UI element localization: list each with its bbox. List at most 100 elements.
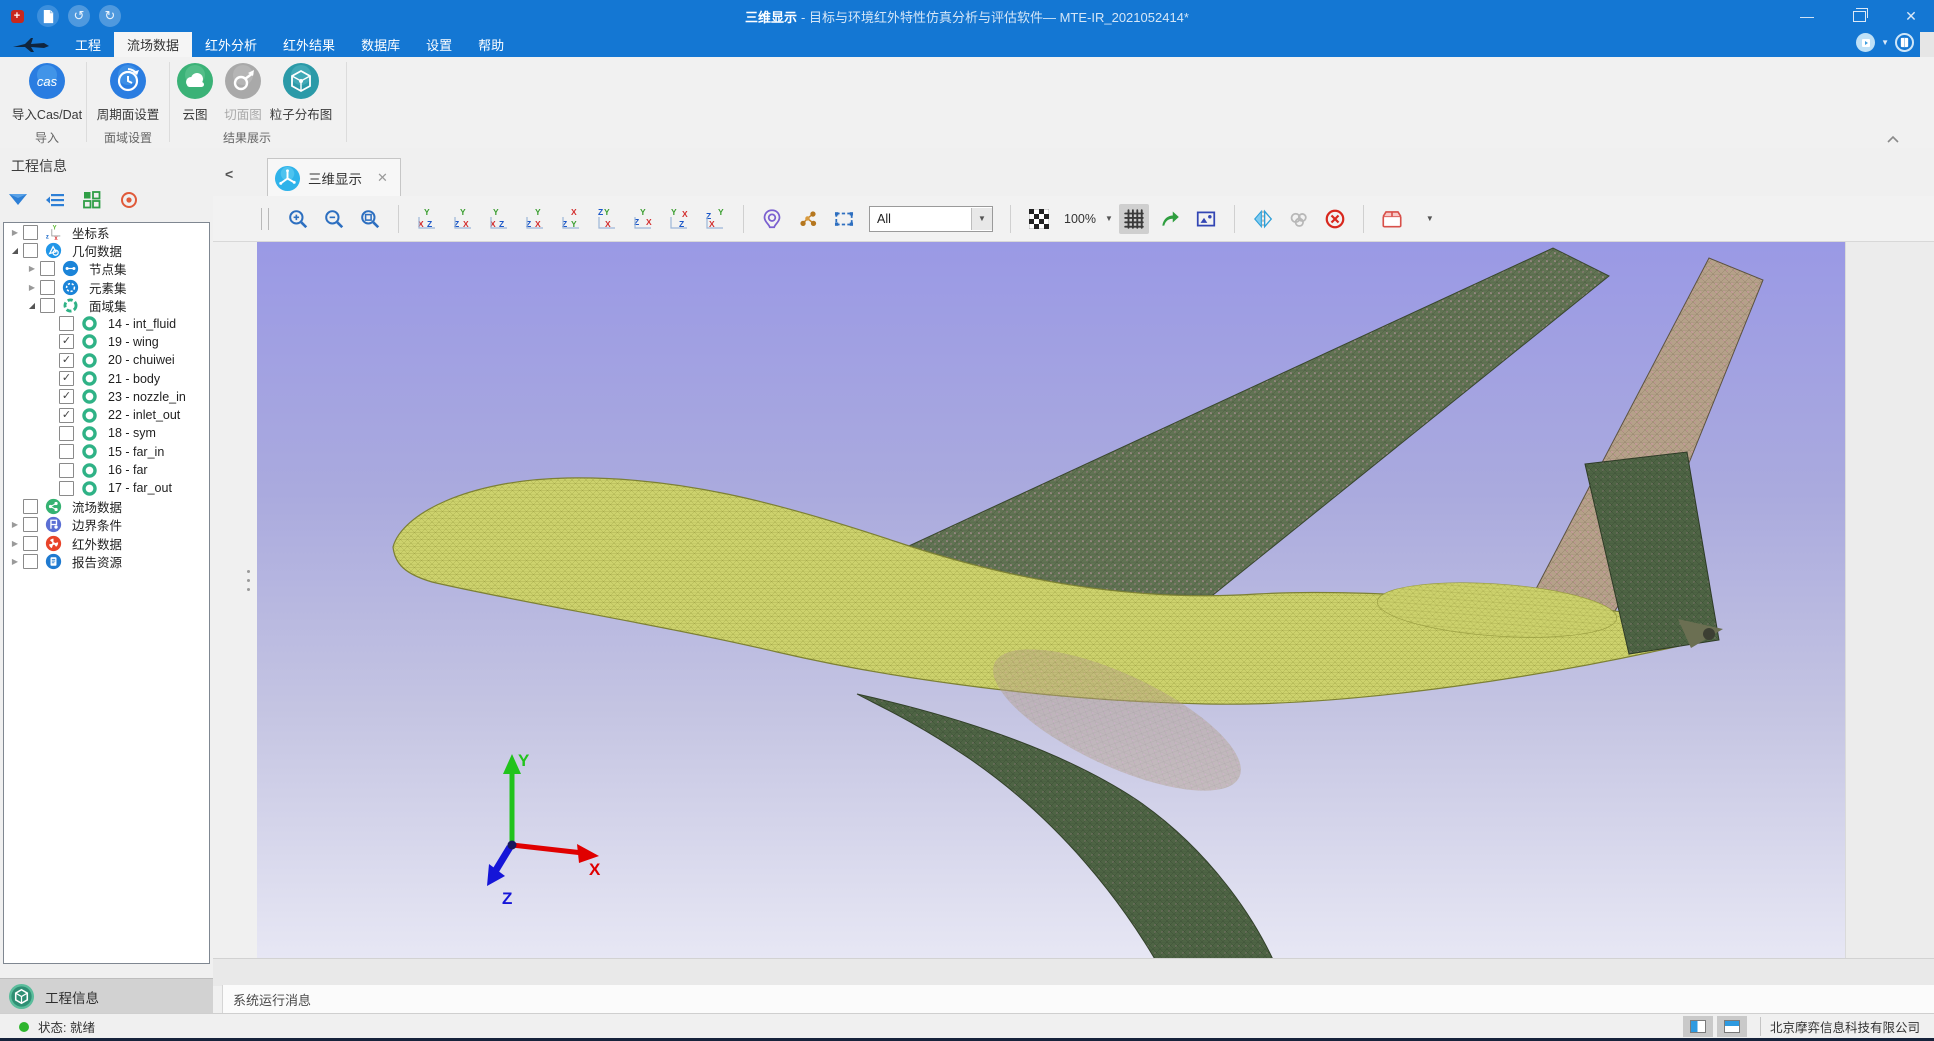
tree-row[interactable]: ▶红外数据 — [4, 534, 209, 552]
mesh-grid-toggle[interactable] — [1119, 204, 1149, 234]
tree-checkbox[interactable] — [59, 444, 74, 459]
tree-row[interactable]: ✓21 - body — [4, 369, 209, 387]
opacity-value[interactable]: 100% — [1064, 212, 1096, 226]
filter-tool-button[interactable] — [6, 188, 30, 212]
save-view-button[interactable] — [1377, 204, 1407, 234]
tree-row[interactable]: ▶元素集 — [4, 278, 209, 296]
tree-row[interactable]: ▶Yzx坐标系 — [4, 223, 209, 241]
tree-checkbox-checked[interactable]: ✓ — [59, 334, 74, 349]
tree-checkbox-checked[interactable]: ✓ — [59, 371, 74, 386]
expand-collapsed-icon[interactable]: ▶ — [8, 557, 22, 566]
tab-close-icon[interactable]: ✕ — [377, 170, 388, 186]
tree-checkbox[interactable] — [59, 463, 74, 478]
tree-checkbox[interactable] — [59, 481, 74, 496]
tree-row[interactable]: ▶边界条件 — [4, 516, 209, 534]
ribbon-collapse-icon[interactable] — [1886, 131, 1900, 149]
run-tool-button[interactable] — [1856, 33, 1875, 52]
locate-tool-button[interactable] — [117, 188, 141, 212]
restore-button[interactable] — [1846, 4, 1872, 28]
quick-access-app[interactable]: + — [6, 5, 28, 27]
tree-checkbox[interactable] — [23, 536, 38, 551]
tree-checkbox[interactable] — [23, 517, 38, 532]
molecule-display-button[interactable] — [793, 204, 823, 234]
display-filter-combo[interactable]: All▼ — [869, 206, 993, 232]
ribbon-button-cas[interactable]: cas导入Cas/Dat — [4, 61, 90, 123]
tree-row[interactable]: 18 - sym — [4, 424, 209, 442]
tree-row[interactable]: ✓20 - chuiwei — [4, 351, 209, 369]
tree-row[interactable]: 16 - far — [4, 461, 209, 479]
tree-row[interactable]: ▶报告资源 — [4, 552, 209, 570]
menu-item-3[interactable]: 红外分析 — [192, 32, 270, 57]
zoom-out-button[interactable] — [319, 204, 349, 234]
tree-checkbox[interactable] — [23, 225, 38, 240]
tree-checkbox[interactable] — [40, 298, 55, 313]
combo-dropdown-icon[interactable]: ▼ — [971, 208, 992, 230]
mirror-button[interactable] — [1248, 204, 1278, 234]
quick-access-redo[interactable]: ↻ — [99, 5, 121, 27]
minimize-button[interactable]: — — [1794, 4, 1820, 28]
view-left-button[interactable]: YXZ — [484, 204, 514, 234]
zoom-window-button[interactable] — [355, 204, 385, 234]
snapshot-button[interactable] — [1191, 204, 1221, 234]
view-back-button[interactable]: YZX — [448, 204, 478, 234]
viewport-3d[interactable]: Y X Z — [257, 242, 1845, 958]
expand-collapsed-icon[interactable]: ▶ — [25, 283, 39, 292]
menu-item-7[interactable]: 帮助 — [465, 32, 517, 57]
manual-button[interactable] — [1895, 33, 1914, 52]
tree-row[interactable]: ✓22 - inlet_out — [4, 406, 209, 424]
tree-checkbox-checked[interactable]: ✓ — [59, 408, 74, 423]
view-front-button[interactable]: YXZ — [412, 204, 442, 234]
expand-collapsed-icon[interactable]: ▶ — [25, 264, 39, 273]
tree-checkbox-checked[interactable]: ✓ — [59, 389, 74, 404]
tree-row[interactable]: 14 - int_fluid — [4, 314, 209, 332]
menu-item-6[interactable]: 设置 — [413, 32, 465, 57]
tree-checkbox[interactable] — [40, 261, 55, 276]
tree-row[interactable]: ◢几何数据 — [4, 241, 209, 259]
panel-splitter[interactable] — [246, 570, 251, 604]
close-button[interactable]: ✕ — [1898, 4, 1924, 28]
rect-select-button[interactable] — [829, 204, 859, 234]
tree-checkbox[interactable] — [23, 554, 38, 569]
panel-footer-tab[interactable]: 工程信息 — [0, 978, 213, 1014]
layout-bottom-toggle[interactable] — [1717, 1016, 1747, 1037]
tree-checkbox[interactable] — [59, 426, 74, 441]
tree-checkbox-checked[interactable]: ✓ — [59, 353, 74, 368]
view-bottom-button[interactable]: ZYX — [592, 204, 622, 234]
tab-3d-view[interactable]: 三维显示 ✕ — [267, 158, 401, 197]
tree-row[interactable]: ✓23 - nozzle_in — [4, 388, 209, 406]
caret-down-icon[interactable]: ▼ — [1105, 214, 1113, 223]
ribbon-button-particle[interactable]: 粒子分布图 — [258, 61, 344, 123]
tree-checkbox[interactable] — [40, 280, 55, 295]
tab-scroll-left-button[interactable]: < — [225, 166, 233, 182]
layout-left-toggle[interactable] — [1683, 1016, 1713, 1037]
view-iso-xy-button[interactable]: YZX — [628, 204, 658, 234]
cancel-render-button[interactable] — [1320, 204, 1350, 234]
menu-item-4[interactable]: 红外结果 — [270, 32, 348, 57]
zoom-in-button[interactable] — [283, 204, 313, 234]
expand-expanded-icon[interactable]: ◢ — [25, 301, 39, 310]
grid-view-tool-button[interactable] — [80, 188, 104, 212]
tree-row[interactable]: ✓19 - wing — [4, 333, 209, 351]
quick-access-doc[interactable] — [37, 5, 59, 27]
expand-collapsed-icon[interactable]: ▶ — [8, 539, 22, 548]
tree-checkbox[interactable] — [59, 316, 74, 331]
tree-checkbox[interactable] — [23, 499, 38, 514]
view-right-button[interactable]: YZX — [520, 204, 550, 234]
expand-collapsed-icon[interactable]: ▶ — [8, 228, 22, 237]
tree-row[interactable]: 17 - far_out — [4, 479, 209, 497]
tree-row[interactable]: ◢面域集 — [4, 296, 209, 314]
menu-item-5[interactable]: 数据库 — [348, 32, 413, 57]
tree-row[interactable]: ▶节点集 — [4, 260, 209, 278]
expand-collapsed-icon[interactable]: ▶ — [8, 520, 22, 529]
tree-row[interactable]: 15 - far_in — [4, 443, 209, 461]
outline-tool-button[interactable] — [43, 188, 67, 212]
opacity-button[interactable] — [1024, 204, 1054, 234]
tree-checkbox[interactable] — [23, 243, 38, 258]
menu-item-2[interactable]: 流场数据 — [114, 32, 192, 57]
view-iso-yz-button[interactable]: YXZ — [664, 204, 694, 234]
toolbar-drag-handle[interactable] — [261, 208, 269, 230]
probe-button[interactable] — [757, 204, 787, 234]
expand-expanded-icon[interactable]: ◢ — [8, 246, 22, 255]
menu-extra-caret[interactable]: ▼ — [1881, 38, 1889, 47]
export-button[interactable] — [1155, 204, 1185, 234]
